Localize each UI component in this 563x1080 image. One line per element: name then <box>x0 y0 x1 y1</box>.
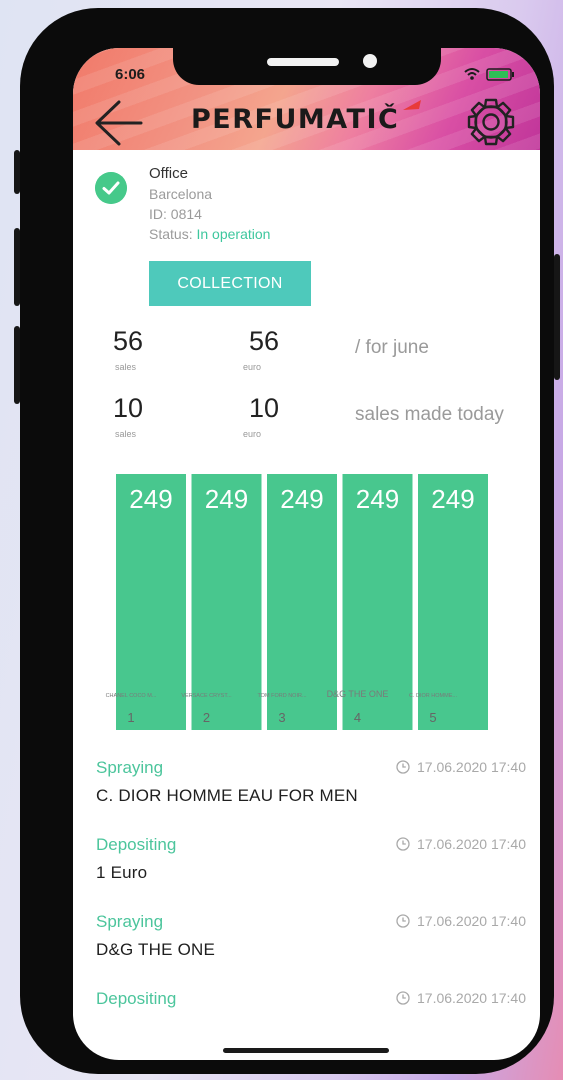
device-notch <box>173 48 441 85</box>
machine-id: ID: 0814 <box>149 206 202 222</box>
bar-value-label: 249 <box>129 484 172 514</box>
activity-timestamp: 17.06.2020 17:40 <box>417 990 526 1006</box>
activity-action: Depositing <box>96 989 177 1008</box>
chart-x-axis: CHANEL COCO M... 1 VERSACE CRYST... 2 TOM FO… <box>106 689 458 725</box>
collection-button[interactable]: COLLECTION <box>149 261 311 306</box>
today-sales-value: 10 <box>113 393 144 423</box>
x-tick-label: 3 <box>278 710 285 725</box>
power-button <box>554 254 560 380</box>
activity-time: 17.06.2020 17:40 <box>396 759 526 775</box>
machine-name: Office <box>149 165 188 182</box>
machine-info: Office Barcelona ID: 0814 Status: In ope… <box>149 164 270 244</box>
phone-frame: 6:06 PERFUMATIČ Office Barcelona ID: 081… <box>14 8 560 1074</box>
activity-time: 17.06.2020 17:40 <box>396 913 526 929</box>
clock-icon <box>396 760 410 774</box>
status-time: 6:06 <box>115 66 146 83</box>
activity-time: 17.06.2020 17:40 <box>396 836 526 852</box>
x-tick-label: 4 <box>354 710 361 725</box>
machine-status: Status: In operation <box>149 224 270 244</box>
clock-icon <box>396 991 410 1005</box>
x-category-name: VERSACE CRYST... <box>181 693 232 699</box>
status-label: Status: <box>149 226 193 242</box>
activity-timestamp: 17.06.2020 17:40 <box>417 759 526 775</box>
status-icons <box>464 68 514 81</box>
wifi-icon <box>464 68 480 80</box>
activity-action: Spraying <box>96 758 164 777</box>
x-category-name: CHANEL COCO M... <box>106 693 157 699</box>
app-screen: 6:06 PERFUMATIČ Office Barcelona ID: 081… <box>73 48 540 1060</box>
clock-icon <box>396 837 410 851</box>
month-sales-unit: sales <box>115 362 137 372</box>
check-circle-icon <box>95 172 127 204</box>
today-period-label: sales made today <box>355 404 504 425</box>
x-category-name: TOM FORD NOIR... <box>257 693 307 699</box>
activity-timestamp: 17.06.2020 17:40 <box>417 836 526 852</box>
month-euro-unit: euro <box>243 362 262 372</box>
x-category-name: D&G THE ONE <box>327 689 389 699</box>
activity-time: 17.06.2020 17:40 <box>396 990 526 1006</box>
x-tick-label: 5 <box>429 710 436 725</box>
volume-down-button <box>14 326 20 404</box>
today-euro-unit: euro <box>243 429 262 439</box>
x-tick-label: 1 <box>127 710 134 725</box>
gear-icon[interactable] <box>465 96 517 148</box>
activity-timestamp: 17.06.2020 17:40 <box>417 913 526 929</box>
status-value: In operation <box>196 226 271 242</box>
home-indicator[interactable] <box>223 1048 389 1053</box>
month-sales-value: 56 <box>113 326 144 356</box>
logo-flag-mark <box>403 100 421 110</box>
activity-detail: D&G THE ONE <box>96 940 216 959</box>
activity-detail: 1 Euro <box>96 863 148 882</box>
x-category-name: C. DIOR HOMME... <box>409 693 457 699</box>
bar-value-label: 249 <box>205 484 248 514</box>
clock-icon <box>396 914 410 928</box>
arrow-left-icon[interactable] <box>91 96 143 148</box>
speaker-grille <box>267 58 339 66</box>
machine-city: Barcelona <box>149 186 213 202</box>
front-camera <box>363 54 377 68</box>
activity-action: Depositing <box>96 835 177 854</box>
month-euro-value: 56 <box>249 326 280 356</box>
volume-up-button <box>14 228 20 306</box>
bar-value-label: 249 <box>431 484 474 514</box>
battery-icon <box>486 68 514 81</box>
mute-switch <box>14 150 20 194</box>
today-sales-unit: sales <box>115 429 137 439</box>
x-tick-label: 2 <box>203 710 210 725</box>
activity-detail: C. DIOR HOMME EAU FOR MEN <box>96 786 358 805</box>
today-euro-value: 10 <box>249 393 280 423</box>
bar-value-label: 249 <box>280 484 323 514</box>
app-logo: PERFUMATIČ <box>191 104 400 135</box>
month-period-label: / for june <box>355 337 429 358</box>
activity-action: Spraying <box>96 912 164 931</box>
bar-value-label: 249 <box>356 484 399 514</box>
